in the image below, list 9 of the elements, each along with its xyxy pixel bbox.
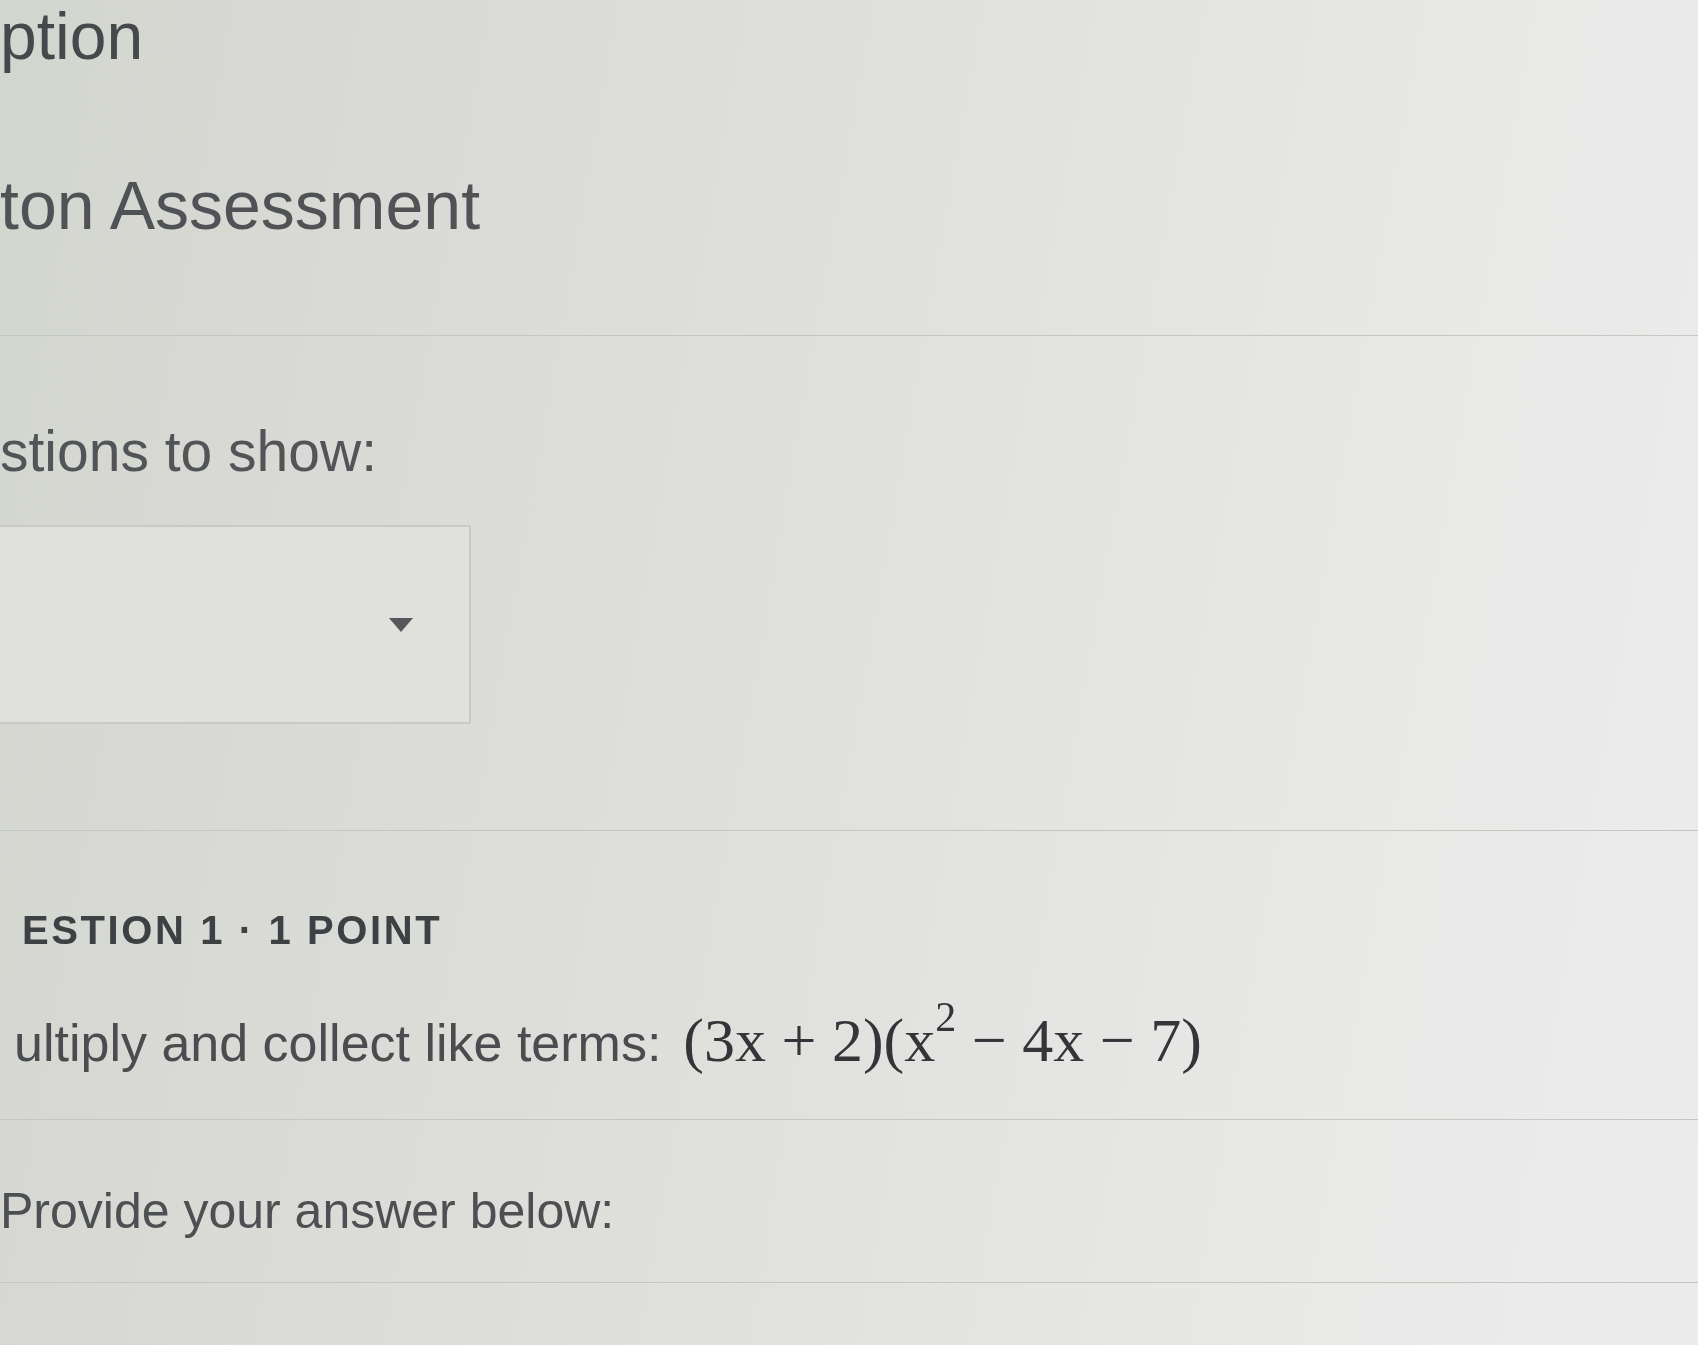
assessment-title: ton Assessment [0,166,481,245]
answer-prompt: Provide your answer below: [0,1182,615,1241]
math-expression: (3x + 2)(x$^{2}$ − 4x − 7) [683,996,1202,1077]
page-title: ption [0,0,144,72]
caret-icon [389,617,413,632]
question-header: ESTION 1 · 1 POINT [21,907,443,954]
questions-dropdown[interactable] [0,525,471,724]
question-prompt: ultiply and collect like terms: [13,1013,662,1075]
filter-label: stions to show: [0,418,377,484]
